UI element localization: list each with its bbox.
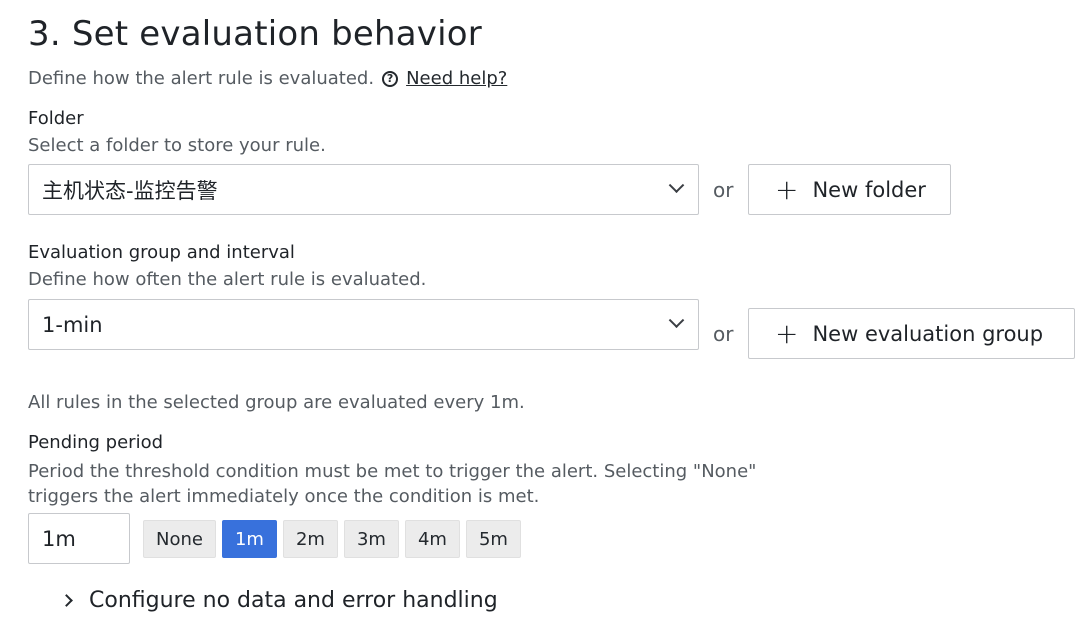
help-circle-icon[interactable]: ? [382,70,399,87]
pending-option-5m[interactable]: 5m [465,520,521,558]
pending-option-4m[interactable]: 4m [404,520,460,558]
new-folder-button[interactable]: + New folder [748,164,951,215]
section-subtitle-text: Define how the alert rule is evaluated. [28,68,375,89]
chevron-down-icon [668,177,685,194]
folder-select-value: 主机状态-监控告警 [42,178,218,203]
pending-description-line1: Period the threshold condition must be m… [28,461,757,482]
pending-option-3m[interactable]: 3m [343,520,399,558]
folder-or-text: or [713,178,734,202]
folder-select[interactable]: 主机状态-监控告警 [28,164,699,215]
folder-label: Folder [28,108,84,129]
pending-period-options: None 1m 2m 3m 4m 5m [143,520,521,558]
pending-option-2m[interactable]: 2m [282,520,338,558]
new-folder-label: New folder [812,177,926,202]
group-or-text: or [713,322,734,346]
pending-option-none[interactable]: None [143,520,216,558]
group-select[interactable]: 1-min [28,299,699,350]
chevron-right-icon [60,594,73,607]
plus-icon: + [775,172,799,206]
group-note: All rules in the selected group are eval… [28,392,525,413]
group-label: Evaluation group and interval [28,242,295,263]
need-help-link[interactable]: Need help? [406,68,507,89]
new-evaluation-group-label: New evaluation group [812,321,1044,346]
no-data-error-handling-toggle[interactable]: Configure no data and error handling [60,588,498,613]
pending-description: Period the threshold condition must be m… [28,459,756,509]
plus-icon: + [775,316,799,350]
section-subtitle: Define how the alert rule is evaluated. … [28,68,507,89]
pending-period-input[interactable]: 1m [28,513,130,564]
section-title: 3. Set evaluation behavior [28,14,482,54]
new-evaluation-group-button[interactable]: + New evaluation group [748,308,1075,359]
pending-option-1m[interactable]: 1m [221,520,277,558]
group-description: Define how often the alert rule is evalu… [28,269,427,290]
pending-description-line2: triggers the alert immediately once the … [28,486,540,507]
no-data-error-handling-label: Configure no data and error handling [89,588,498,613]
folder-description: Select a folder to store your rule. [28,135,326,156]
chevron-down-icon [668,312,685,329]
pending-label: Pending period [28,432,164,453]
group-select-value: 1-min [42,312,103,337]
